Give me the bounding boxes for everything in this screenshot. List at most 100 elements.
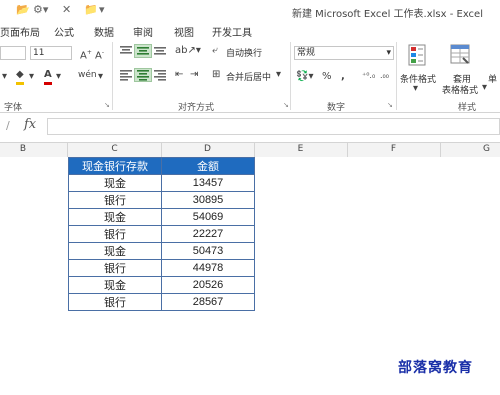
cell-amount[interactable]: 54069 bbox=[161, 208, 255, 226]
increase-font-icon[interactable]: A+ bbox=[80, 46, 92, 63]
font-launcher-icon[interactable]: ↘ bbox=[104, 101, 110, 109]
customize-quick-access-icon[interactable]: ⚙▾ bbox=[33, 3, 48, 16]
title-bar: 📂 ⚙▾ ✕ 📁 ▾ 新建 Microsoft Excel 工作表.xlsx -… bbox=[0, 0, 500, 22]
tab-view[interactable]: 视图 bbox=[174, 24, 194, 39]
merge-dropdown-icon[interactable]: ▾ bbox=[276, 68, 281, 82]
group-divider bbox=[396, 42, 397, 110]
phonetic-dropdown-icon[interactable]: ▾ bbox=[98, 70, 103, 84]
table-row: 银行 44978 bbox=[68, 259, 255, 277]
window-title: 新建 Microsoft Excel 工作表.xlsx - Excel bbox=[292, 9, 483, 20]
group-divider bbox=[112, 42, 113, 110]
group-label-alignment: 对齐方式 bbox=[178, 103, 215, 113]
cell-type[interactable]: 银行 bbox=[68, 225, 162, 243]
formula-bar: ∕ fx bbox=[0, 113, 500, 139]
cell-type[interactable]: 现金 bbox=[68, 242, 162, 260]
tab-page-layout[interactable]: 页面布局 bbox=[0, 24, 40, 39]
align-center-icon[interactable] bbox=[134, 68, 152, 82]
chevron-down-icon[interactable]: ▾ bbox=[482, 81, 487, 95]
alignment-launcher-icon[interactable]: ↘ bbox=[283, 101, 289, 109]
font-color-dropdown-icon[interactable]: ▾ bbox=[56, 70, 61, 84]
table-row: 现金 13457 bbox=[68, 174, 255, 192]
column-header-b[interactable]: B bbox=[0, 144, 46, 154]
column-header-d[interactable]: D bbox=[161, 144, 254, 154]
align-right-icon[interactable] bbox=[151, 68, 169, 82]
watermark: 部落窝教育 bbox=[398, 360, 473, 376]
cell-amount[interactable]: 44978 bbox=[161, 259, 255, 277]
decrease-font-icon[interactable]: A- bbox=[95, 46, 104, 63]
chevron-down-icon[interactable]: ▾ bbox=[413, 82, 418, 96]
tab-data[interactable]: 数据 bbox=[94, 24, 114, 39]
cell-type[interactable]: 银行 bbox=[68, 259, 162, 277]
column-header-f[interactable]: F bbox=[347, 144, 440, 154]
increase-indent-icon[interactable]: ⇥ bbox=[190, 68, 198, 82]
ribbon-tabs: 页面布局 公式 数据 审阅 视图 开发工具 bbox=[0, 22, 500, 39]
tab-developer[interactable]: 开发工具 bbox=[212, 24, 252, 39]
align-left-icon[interactable] bbox=[117, 68, 135, 82]
cell-type[interactable]: 现金 bbox=[68, 174, 162, 192]
cell-type[interactable]: 银行 bbox=[68, 191, 162, 209]
font-name-box[interactable] bbox=[0, 46, 26, 60]
cell-amount[interactable]: 28567 bbox=[161, 293, 255, 311]
header-cell-amount[interactable]: 金额 bbox=[161, 157, 255, 175]
conditional-formatting-icon[interactable] bbox=[408, 44, 426, 66]
align-bottom-icon[interactable] bbox=[151, 44, 169, 58]
comma-style-icon[interactable]: , bbox=[341, 70, 345, 84]
fill-color-dropdown-icon[interactable]: ▾ bbox=[29, 70, 34, 84]
group-divider bbox=[290, 42, 291, 110]
table-header-row: 现金银行存款 金额 bbox=[68, 157, 255, 175]
merge-center-icon[interactable]: ⊞ bbox=[212, 68, 220, 82]
cell-type[interactable]: 银行 bbox=[68, 293, 162, 311]
group-label-number: 数字 bbox=[327, 103, 346, 113]
cell-amount[interactable]: 22227 bbox=[161, 225, 255, 243]
format-as-table-line2[interactable]: 表格格式 bbox=[442, 83, 478, 96]
tab-formulas[interactable]: 公式 bbox=[54, 24, 74, 39]
group-label-font: 字体 bbox=[4, 103, 23, 113]
column-header-c[interactable]: C bbox=[68, 144, 161, 154]
chevron-down-icon[interactable]: ▾ bbox=[99, 3, 105, 16]
column-header-g[interactable]: G bbox=[440, 144, 500, 154]
table-row: 银行 28567 bbox=[68, 293, 255, 311]
fill-color-icon[interactable]: ◆ bbox=[16, 68, 24, 85]
align-top-icon[interactable] bbox=[117, 44, 135, 58]
table-row: 银行 30895 bbox=[68, 191, 255, 209]
borders-icon[interactable]: ▾ bbox=[2, 70, 7, 84]
decrease-indent-icon[interactable]: ⇤ bbox=[175, 68, 183, 82]
folder-icon[interactable]: 📁 bbox=[84, 3, 98, 16]
open-folder-icon[interactable]: 📂 bbox=[16, 3, 30, 16]
number-launcher-icon[interactable]: ↘ bbox=[387, 101, 393, 109]
header-cell-type[interactable]: 现金银行存款 bbox=[68, 157, 162, 175]
orientation-icon[interactable]: ab↗▾ bbox=[175, 44, 201, 58]
merge-center-button[interactable]: 合并后居中 bbox=[226, 70, 271, 83]
cell-type[interactable]: 现金 bbox=[68, 208, 162, 226]
cell-amount[interactable]: 20526 bbox=[161, 276, 255, 294]
font-color-icon[interactable]: A bbox=[44, 68, 52, 85]
cell-amount[interactable]: 50473 bbox=[161, 242, 255, 260]
wrap-text-icon[interactable]: ⤶ bbox=[212, 44, 218, 58]
wrap-text-button[interactable]: 自动换行 bbox=[226, 46, 262, 59]
edit-pencil-icon[interactable]: ∕ bbox=[6, 119, 10, 132]
align-middle-icon[interactable] bbox=[134, 44, 152, 58]
cell-styles-button[interactable]: 单 bbox=[488, 72, 497, 85]
decrease-decimal-icon[interactable]: .₀₀ bbox=[380, 69, 389, 83]
chevron-down-icon: ▾ bbox=[386, 48, 391, 58]
table-row: 现金 50473 bbox=[68, 242, 255, 260]
percent-style-icon[interactable]: % bbox=[322, 70, 332, 84]
column-header-e[interactable]: E bbox=[254, 144, 347, 154]
group-label-styles: 样式 bbox=[458, 103, 477, 113]
table-row: 现金 54069 bbox=[68, 208, 255, 226]
phonetic-icon[interactable]: wén bbox=[78, 68, 97, 82]
close-icon[interactable]: ✕ bbox=[62, 3, 71, 16]
table-row: 银行 22227 bbox=[68, 225, 255, 243]
cell-amount[interactable]: 13457 bbox=[161, 174, 255, 192]
formula-input[interactable] bbox=[47, 118, 500, 135]
increase-decimal-icon[interactable]: ⁺⁰.₀ bbox=[362, 69, 375, 83]
format-as-table-icon[interactable] bbox=[450, 44, 470, 66]
font-size-box[interactable]: 11 bbox=[30, 46, 72, 60]
insert-function-icon[interactable]: fx bbox=[24, 117, 36, 132]
cell-amount[interactable]: 30895 bbox=[161, 191, 255, 209]
table-row: 现金 20526 bbox=[68, 276, 255, 294]
tab-review[interactable]: 审阅 bbox=[133, 24, 153, 39]
cell-type[interactable]: 现金 bbox=[68, 276, 162, 294]
accounting-format-icon[interactable]: 💱▾ bbox=[296, 70, 313, 84]
number-format-box[interactable]: 常规 ▾ bbox=[294, 46, 394, 60]
